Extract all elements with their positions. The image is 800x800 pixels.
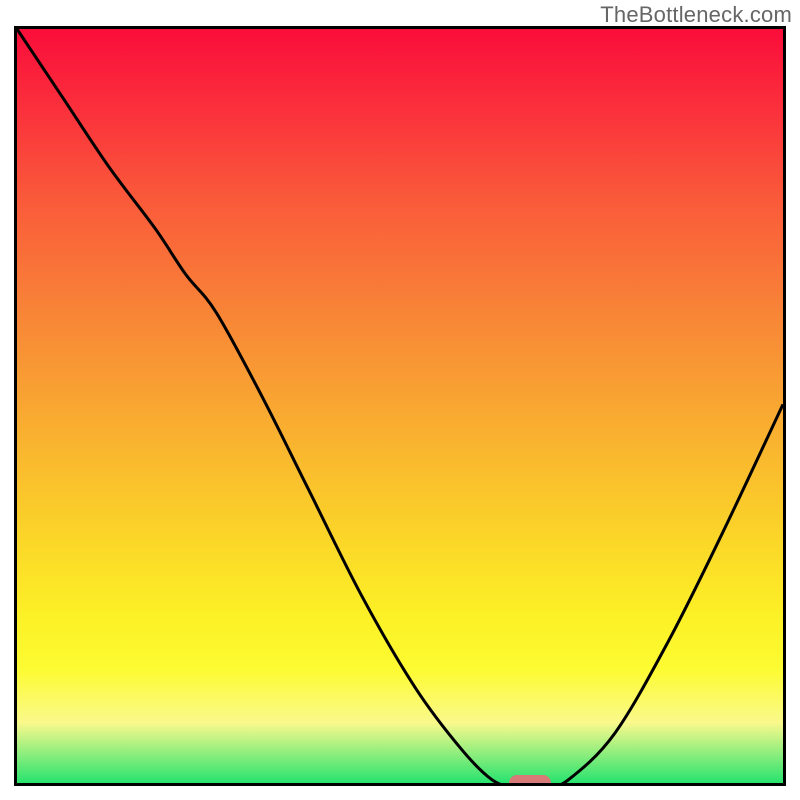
minimum-marker xyxy=(509,775,551,786)
chart-frame xyxy=(14,26,786,786)
curve-path xyxy=(17,29,783,786)
watermark-text: TheBottleneck.com xyxy=(600,2,792,28)
bottleneck-curve xyxy=(17,29,783,786)
